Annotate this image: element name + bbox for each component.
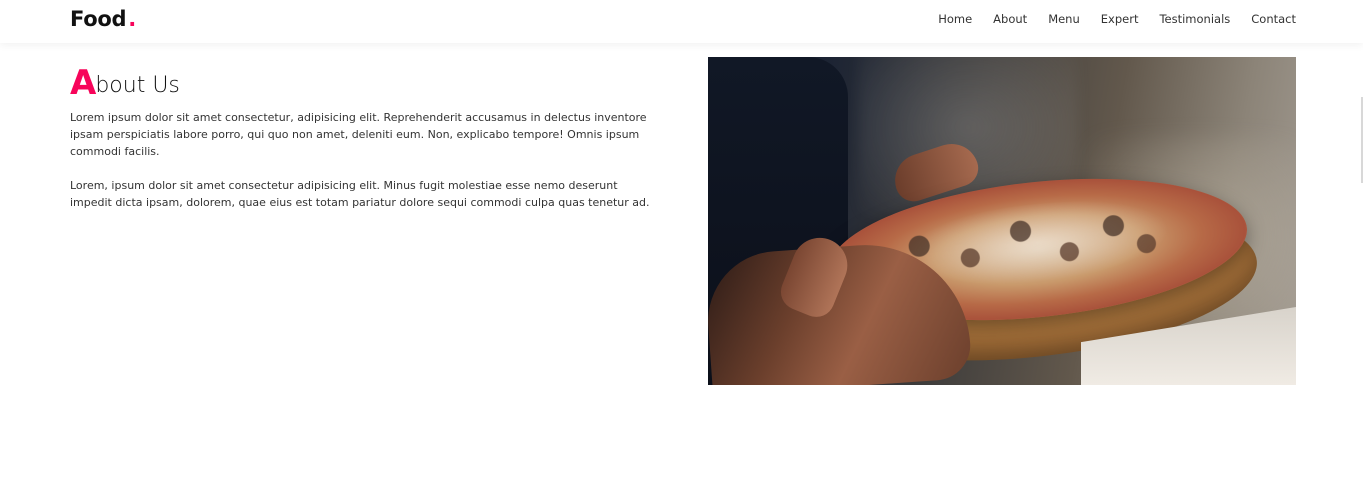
about-title: About Us (70, 66, 660, 103)
pizza-photo (708, 57, 1296, 385)
about-title-first-letter: A (70, 63, 97, 103)
brand-logo[interactable]: Food. (70, 4, 136, 34)
nav-menu-link[interactable]: Menu (1048, 12, 1080, 26)
top-navbar: Food. Home About Menu Expert Testimonial… (0, 0, 1363, 43)
brand-dot: . (128, 7, 136, 31)
nav-home-link[interactable]: Home (938, 12, 972, 26)
main-nav: Home About Menu Expert Testimonials Cont… (938, 12, 1296, 26)
about-title-rest: bout Us (95, 73, 180, 98)
about-paragraph-2: Lorem, ipsum dolor sit amet consectetur … (70, 179, 650, 209)
about-section: About Us Lorem ipsum dolor sit amet cons… (70, 66, 660, 211)
brand-name: Food (70, 7, 127, 31)
nav-about-link[interactable]: About (993, 12, 1027, 26)
nav-testimonials-link[interactable]: Testimonials (1159, 12, 1230, 26)
nav-expert-link[interactable]: Expert (1101, 12, 1139, 26)
nav-contact-link[interactable]: Contact (1251, 12, 1296, 26)
about-paragraph-1: Lorem ipsum dolor sit amet consectetur, … (70, 111, 647, 158)
